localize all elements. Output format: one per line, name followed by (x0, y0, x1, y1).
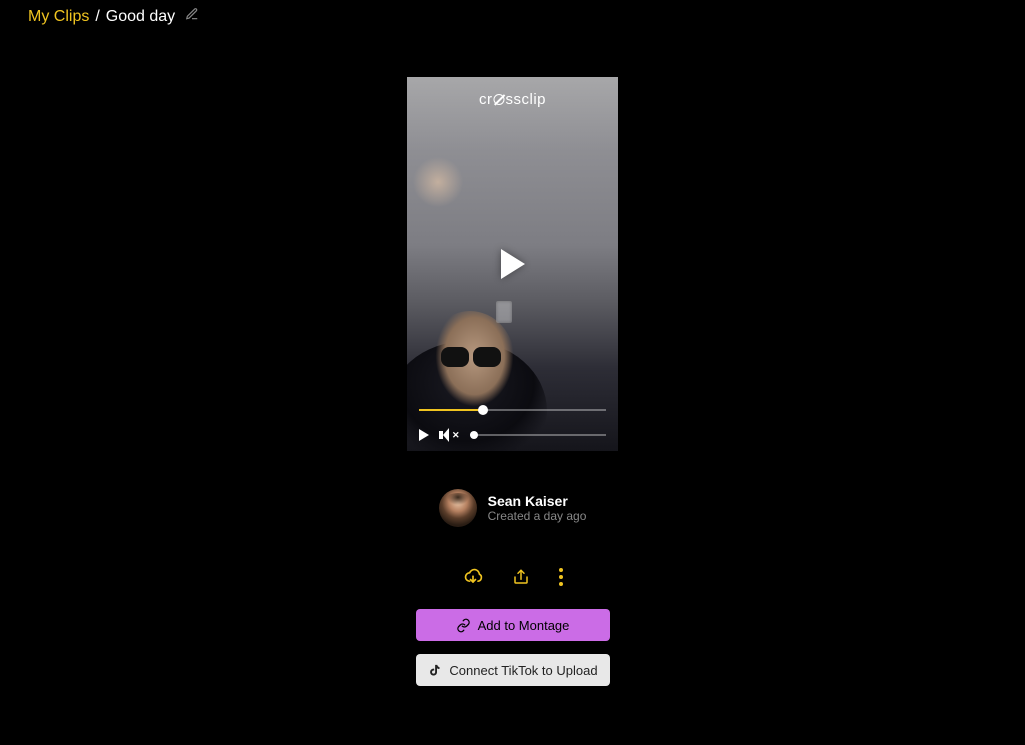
created-time: Created a day ago (488, 509, 587, 523)
player-controls: ✕ (419, 429, 606, 441)
breadcrumb-separator: / (95, 8, 99, 26)
action-icon-row (463, 567, 563, 587)
more-icon[interactable] (559, 568, 563, 586)
breadcrumb-current: Good day (106, 8, 175, 26)
add-to-montage-button[interactable]: Add to Montage (416, 609, 610, 641)
connect-tiktok-label: Connect TikTok to Upload (449, 663, 597, 678)
play-icon[interactable] (419, 429, 429, 441)
video-thumbnail-bg-detail (496, 301, 512, 323)
volume-slider[interactable] (470, 434, 606, 436)
author-block: Sean Kaiser Created a day ago (439, 489, 587, 527)
play-button[interactable] (501, 249, 525, 279)
download-icon[interactable] (463, 567, 483, 587)
video-thumbnail-figure (407, 201, 537, 421)
edit-icon[interactable] (185, 7, 199, 26)
progress-bar[interactable] (419, 409, 606, 411)
breadcrumb-root-link[interactable]: My Clips (28, 8, 89, 26)
content: crssclip ✕ Sean Kaiser Created a day ag (0, 33, 1025, 686)
share-icon[interactable] (511, 567, 531, 587)
author-text: Sean Kaiser Created a day ago (488, 493, 587, 523)
connect-tiktok-button[interactable]: Connect TikTok to Upload (416, 654, 610, 686)
avatar[interactable] (439, 489, 477, 527)
watermark: crssclip (479, 91, 546, 108)
video-player[interactable]: crssclip ✕ (407, 77, 618, 451)
link-icon (456, 618, 471, 633)
author-name: Sean Kaiser (488, 493, 587, 509)
add-to-montage-label: Add to Montage (478, 618, 570, 633)
breadcrumb: My Clips / Good day (0, 0, 1025, 33)
tiktok-icon (427, 663, 442, 678)
mute-icon[interactable]: ✕ (439, 430, 460, 441)
